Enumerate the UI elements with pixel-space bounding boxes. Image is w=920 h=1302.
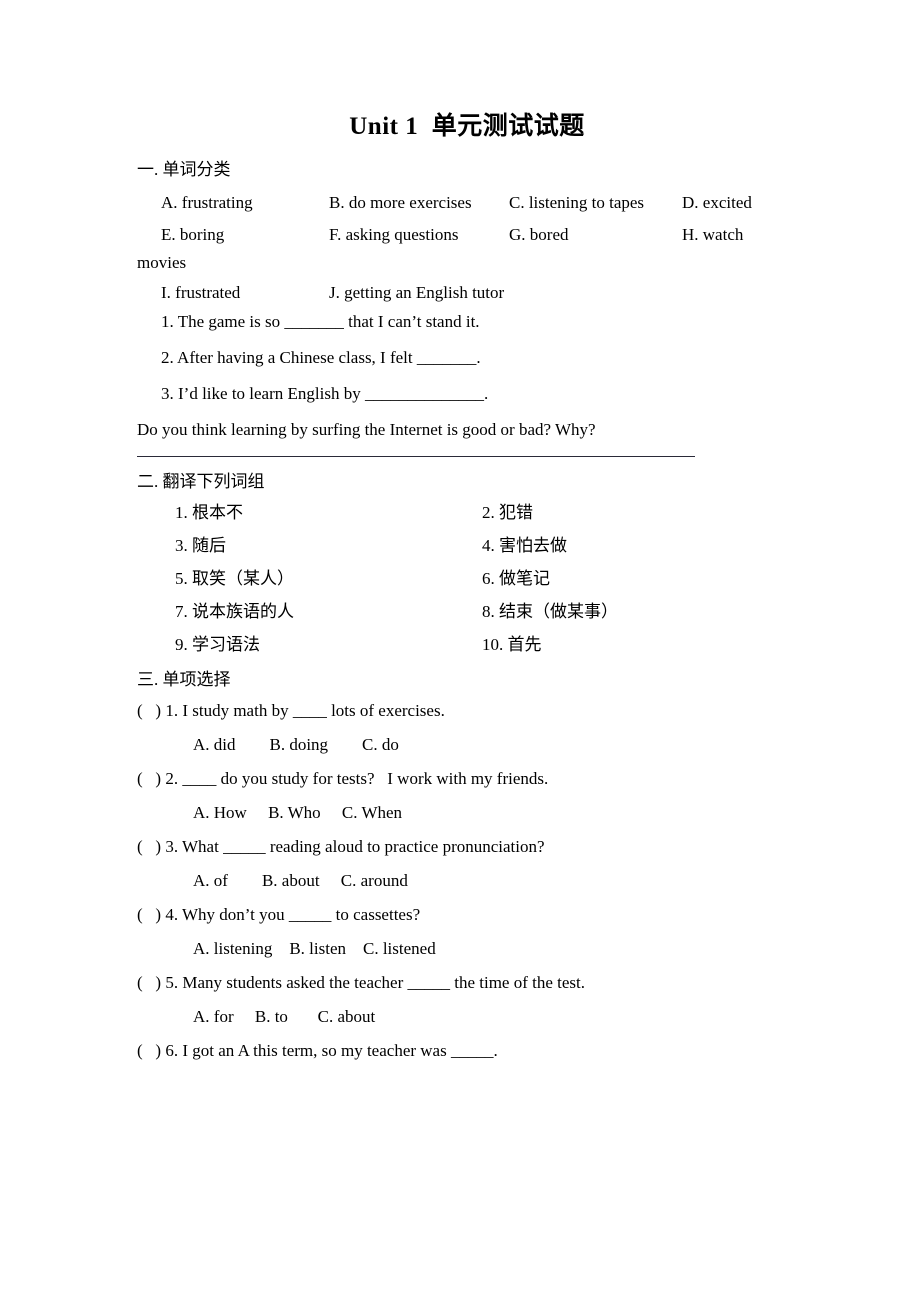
worksheet-page: Unit 1 单元测试试题 一. 单词分类 A. frustrating B. d…: [0, 0, 920, 1302]
table-row: 1. 根本不 2. 犯错: [137, 504, 797, 521]
translation-item: 9. 学习语法: [175, 635, 260, 655]
word-option-c: C. listening to tapes: [509, 193, 645, 213]
table-row: 9. 学习语法 10. 首先: [137, 636, 797, 653]
translation-item: 6. 做笔记: [482, 569, 550, 589]
word-option-i: I. frustrated: [161, 283, 241, 303]
word-bank: A. frustrating B. do more exercises C. lis…: [137, 194, 797, 301]
translation-item: 7. 说本族语的人: [175, 602, 294, 622]
section-heading-one: 一. 单词分类: [137, 160, 231, 179]
word-option-f: F. asking questions: [329, 225, 459, 245]
section-heading-two: 二. 翻译下列词组: [137, 472, 265, 492]
table-row: 5. 取笑（某人） 6. 做笔记: [137, 570, 797, 587]
multiple-choice-options: A. listening B. listen C. listened: [193, 939, 436, 959]
fill-in-blank-list: 1. The game is so _______ that I can’t s…: [137, 313, 797, 402]
table-row: 3. 随后 4. 害怕去做: [137, 537, 797, 554]
translation-item: 8. 结束（做某事）: [482, 602, 618, 622]
free-response-question: Do you think learning by surfing the Int…: [137, 420, 596, 440]
multiple-choice-question: ( ) 5. Many students asked the teacher _…: [137, 973, 586, 993]
answer-writing-line: [137, 456, 695, 458]
multiple-choice-options: A. How B. Who C. When: [193, 803, 403, 823]
word-option-a: A. frustrating: [161, 193, 253, 213]
multiple-choice-list: ( ) 1. I study math by ____ lots of exer…: [137, 702, 797, 1059]
word-option-b: B. do more exercises: [329, 193, 472, 213]
translation-item: 3. 随后: [175, 536, 226, 556]
multiple-choice-question: ( ) 3. What _____ reading aloud to pract…: [137, 837, 545, 857]
multiple-choice-question: ( ) 1. I study math by ____ lots of exer…: [137, 701, 445, 721]
table-row: 7. 说本族语的人 8. 结束（做某事）: [137, 603, 797, 620]
fill-in-blank-item: 2. After having a Chinese class, I felt …: [161, 348, 481, 368]
word-bank-row: A. frustrating B. do more exercises C. lis…: [137, 194, 797, 211]
multiple-choice-question: ( ) 4. Why don’t you _____ to cassettes?: [137, 905, 421, 925]
page-title: Unit 1 单元测试试题: [349, 113, 585, 140]
translation-item: 4. 害怕去做: [482, 536, 567, 556]
word-option-e: E. boring: [161, 225, 225, 245]
translation-item: 2. 犯错: [482, 503, 533, 523]
multiple-choice-question: ( ) 6. I got an A this term, so my teach…: [137, 1041, 498, 1061]
multiple-choice-options: A. for B. to C. about: [193, 1007, 376, 1027]
word-option-h-continuation: movies: [137, 253, 187, 273]
translation-item: 1. 根本不: [175, 503, 243, 523]
translation-list: 1. 根本不 2. 犯错 3. 随后 4. 害怕去做 5. 取笑（某人） 6. 做笔记…: [137, 504, 797, 653]
word-option-h: H. watch: [682, 225, 744, 245]
word-option-d: D. excited: [682, 193, 752, 213]
multiple-choice-question: ( ) 2. ____ do you study for tests? I wo…: [137, 769, 549, 789]
section-heading-three: 三. 单项选择: [137, 670, 231, 690]
word-option-g: G. bored: [509, 225, 569, 245]
multiple-choice-options: A. of B. about C. around: [193, 871, 408, 891]
multiple-choice-options: A. did B. doing C. do: [193, 735, 399, 755]
word-option-j: J. getting an English tutor: [329, 283, 505, 303]
fill-in-blank-item: 1. The game is so _______ that I can’t s…: [161, 312, 480, 332]
fill-in-blank-item: 3. I’d like to learn English by ________…: [161, 384, 489, 404]
word-bank-row: E. boring F. asking questions G. bored H. w…: [137, 226, 797, 243]
document-body: Unit 1 单元测试试题 一. 单词分类 A. frustrating B. d…: [137, 0, 797, 1076]
translation-item: 10. 首先: [482, 635, 542, 655]
translation-item: 5. 取笑（某人）: [175, 569, 294, 589]
word-bank-row: I. frustrated J. getting an English tutor: [137, 284, 797, 301]
